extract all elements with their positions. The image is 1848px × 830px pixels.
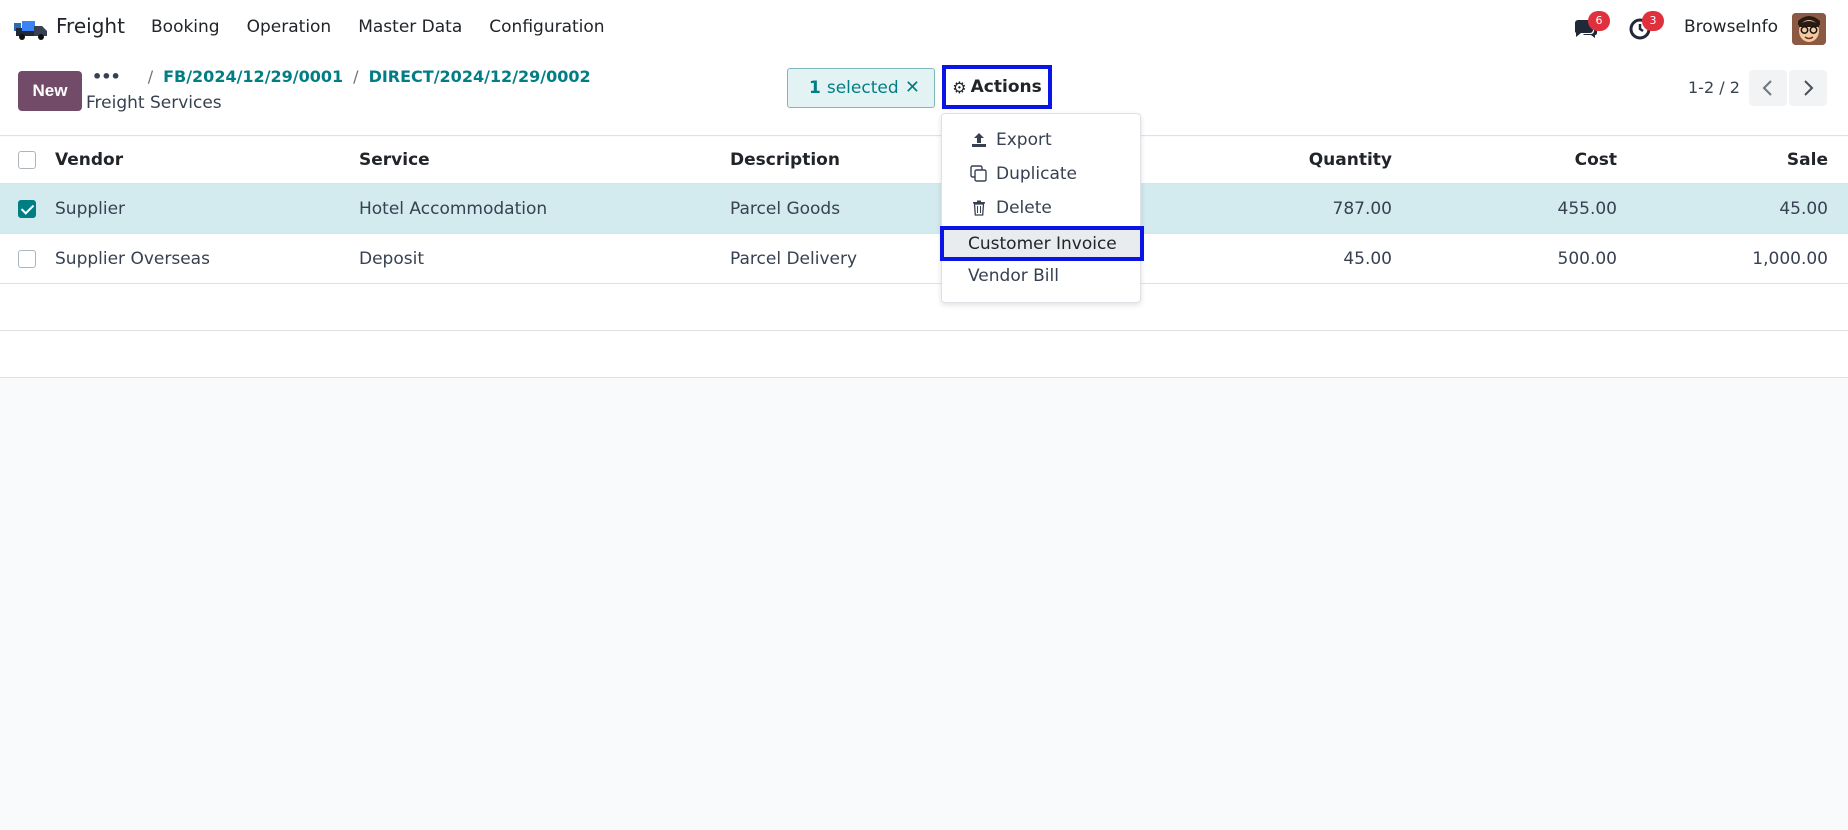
header-cost[interactable]: Cost xyxy=(1575,150,1617,170)
pager-value[interactable]: 1-2 / 2 xyxy=(1688,78,1740,97)
pager-previous-button[interactable] xyxy=(1749,70,1787,106)
menu-master-data[interactable]: Master Data xyxy=(358,17,462,37)
clear-selection-icon[interactable]: ✕ xyxy=(905,77,920,98)
empty-row xyxy=(0,331,1848,378)
breadcrumb-separator: / xyxy=(353,67,359,86)
selected-count: 1 xyxy=(809,78,821,98)
main-menu: Booking Operation Master Data Configurat… xyxy=(151,17,632,37)
control-panel: New ••• / FB/2024/12/29/0001 / DIRECT/20… xyxy=(0,56,1848,136)
breadcrumb: ••• / FB/2024/12/29/0001 / DIRECT/2024/1… xyxy=(92,67,591,86)
app-name[interactable]: Freight xyxy=(56,14,125,38)
actions-dropdown-menu: Export Duplicate Delete Customer Invoice… xyxy=(940,113,1144,303)
breadcrumb-fb-link[interactable]: FB/2024/12/29/0001 xyxy=(163,67,343,86)
avatar[interactable] xyxy=(1792,13,1826,45)
copy-icon xyxy=(969,165,989,183)
cell-description[interactable]: Parcel Delivery xyxy=(730,249,857,269)
cell-cost[interactable]: 455.00 xyxy=(1558,199,1617,219)
cell-service[interactable]: Hotel Accommodation xyxy=(359,199,547,219)
selection-indicator: 1 selected ✕ xyxy=(787,68,935,108)
chevron-right-icon xyxy=(1804,80,1814,96)
actions-button[interactable]: ⚙ Actions xyxy=(942,65,1052,109)
services-table: Vendor Service Description Quantity Cost… xyxy=(0,137,1848,378)
header-sale[interactable]: Sale xyxy=(1787,150,1828,170)
select-all-checkbox[interactable] xyxy=(18,151,36,169)
menu-item-customer-invoice[interactable]: Customer Invoice xyxy=(940,226,1144,261)
pager-next-button[interactable] xyxy=(1789,70,1827,106)
avatar-face-icon xyxy=(1792,13,1826,45)
upload-icon xyxy=(969,132,989,148)
company-switcher[interactable]: BrowseInfo xyxy=(1684,17,1778,37)
new-button[interactable]: New xyxy=(18,71,82,111)
table-header: Vendor Service Description Quantity Cost… xyxy=(0,137,1848,184)
cell-quantity[interactable]: 787.00 xyxy=(1333,199,1392,219)
table-row[interactable]: Supplier Overseas Deposit Parcel Deliver… xyxy=(0,234,1848,284)
header-quantity[interactable]: Quantity xyxy=(1309,150,1392,170)
top-navbar: Freight Booking Operation Master Data Co… xyxy=(0,0,1848,56)
selected-label: selected xyxy=(826,78,899,98)
cell-vendor[interactable]: Supplier xyxy=(55,199,125,219)
gear-icon: ⚙ xyxy=(952,77,967,97)
menu-configuration[interactable]: Configuration xyxy=(489,17,604,37)
row-checkbox[interactable] xyxy=(18,249,36,268)
trash-icon xyxy=(969,200,989,216)
cell-description[interactable]: Parcel Goods xyxy=(730,199,840,219)
menu-item-label: Delete xyxy=(996,198,1052,218)
menu-item-label: Export xyxy=(996,130,1052,150)
menu-item-vendor-bill[interactable]: Vendor Bill xyxy=(942,261,1142,291)
cell-vendor[interactable]: Supplier Overseas xyxy=(55,249,210,269)
menu-item-export[interactable]: Export xyxy=(942,125,1142,155)
empty-row xyxy=(0,284,1848,331)
header-description[interactable]: Description xyxy=(730,150,840,170)
row-checkbox[interactable] xyxy=(18,199,36,218)
breadcrumb-direct-link[interactable]: DIRECT/2024/12/29/0002 xyxy=(369,67,591,86)
activity-badge: 3 xyxy=(1642,11,1664,31)
header-vendor[interactable]: Vendor xyxy=(55,150,123,170)
table-row[interactable]: Supplier Hotel Accommodation Parcel Good… xyxy=(0,184,1848,234)
breadcrumb-separator: / xyxy=(147,67,154,86)
header-service[interactable]: Service xyxy=(359,150,430,170)
cell-sale[interactable]: 45.00 xyxy=(1779,199,1828,219)
cell-service[interactable]: Deposit xyxy=(359,249,424,269)
cell-cost[interactable]: 500.00 xyxy=(1558,249,1617,269)
breadcrumb-more[interactable]: ••• xyxy=(92,67,121,86)
truck-logo-icon[interactable] xyxy=(14,18,48,40)
chat-badge: 6 xyxy=(1588,11,1610,31)
menu-item-duplicate[interactable]: Duplicate xyxy=(942,159,1142,189)
page-title: Freight Services xyxy=(86,93,222,113)
cell-quantity[interactable]: 45.00 xyxy=(1343,249,1392,269)
chevron-left-icon xyxy=(1762,80,1772,96)
actions-label: Actions xyxy=(970,77,1042,97)
menu-operation[interactable]: Operation xyxy=(247,17,332,37)
menu-booking[interactable]: Booking xyxy=(151,17,220,37)
menu-item-delete[interactable]: Delete xyxy=(942,193,1142,223)
menu-item-label: Duplicate xyxy=(996,164,1077,184)
cell-sale[interactable]: 1,000.00 xyxy=(1752,249,1828,269)
